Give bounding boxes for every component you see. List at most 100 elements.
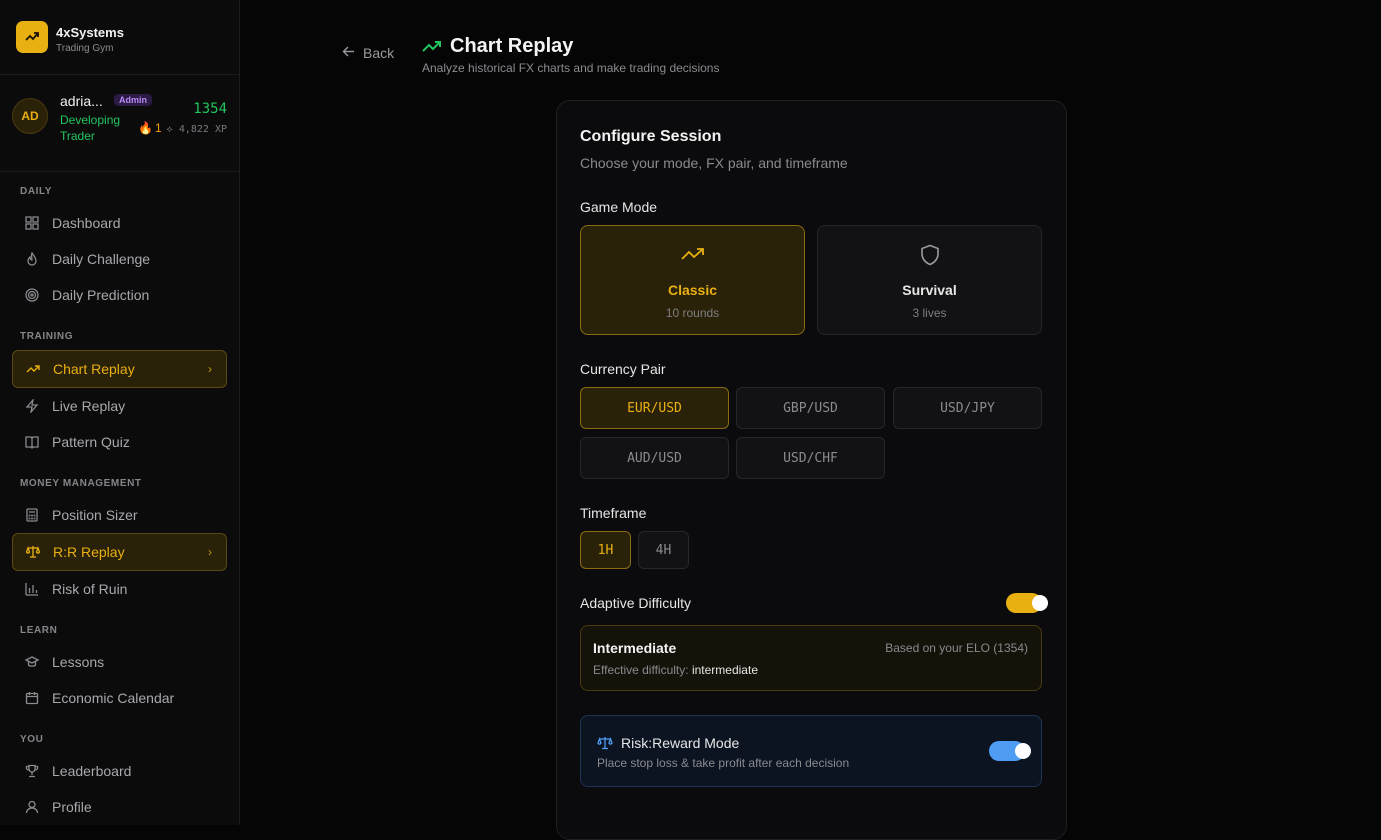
pair-aud-usd-button[interactable]: AUD/USD [580,437,729,479]
difficulty-elo-note: Based on your ELO (1354) [885,641,1028,655]
rr-title: Risk:Reward Mode [621,735,740,751]
scale-icon [25,544,41,560]
sidebar-item-daily-challenge[interactable]: Daily Challenge [12,241,227,277]
mode-classic-button[interactable]: Classic 10 rounds [580,225,805,335]
rr-subtitle: Place stop loss & take profit after each… [597,756,850,770]
user-rank: Developing Trader [60,113,121,143]
sidebar-item-label: Live Replay [52,398,126,414]
page-subtitle: Analyze historical FX charts and make tr… [422,61,720,75]
pair-eur-usd-button[interactable]: EUR/USD [580,387,729,429]
pair-usd-chf-button[interactable]: USD/CHF [736,437,885,479]
toggle-knob [1032,595,1048,611]
effective-value: intermediate [691,663,758,677]
target-icon [24,287,40,303]
flame-icon: 🔥 [138,121,153,135]
sidebar-item-rr-replay[interactable]: R:R Replay › [12,533,227,571]
page-title: Chart Replay [450,35,574,57]
arrow-left-icon [342,45,355,61]
sidebar-item-label: Daily Prediction [52,287,150,303]
sidebar-item-risk-of-ruin[interactable]: Risk of Ruin [12,571,227,607]
pair-usd-jpy-button[interactable]: USD/JPY [893,387,1042,429]
admin-badge: Admin [114,94,152,106]
sidebar-item-label: Lessons [52,654,105,670]
section-learn: LEARN [20,625,58,636]
sidebar-item-live-replay[interactable]: Live Replay [12,388,227,424]
mode-sub: 3 lives [912,306,947,320]
sidebar: 4xSystems Trading Gym AD adria... Admin … [0,0,240,825]
adaptive-difficulty-toggle[interactable] [1006,593,1048,613]
mode-sub: 10 rounds [665,306,720,320]
xp-value: 4,822 XP [178,124,227,135]
avatar: AD [12,98,48,134]
section-training: TRAINING [20,331,74,342]
section-money-management: MONEY MANAGEMENT [20,478,142,489]
calendar-icon [24,690,40,706]
sidebar-item-label: Leaderboard [52,763,132,779]
sidebar-item-label: Economic Calendar [52,690,175,706]
chevron-right-icon: › [208,545,212,559]
effective-difficulty: Effective difficulty: intermediate [593,663,758,677]
sidebar-item-label: Risk of Ruin [52,581,128,597]
graduation-cap-icon [24,654,40,670]
sidebar-item-label: R:R Replay [53,544,125,560]
currency-pair-label: Currency Pair [580,361,666,377]
sidebar-item-label: Dashboard [52,215,121,231]
shield-icon [818,244,1041,266]
sidebar-item-dashboard[interactable]: Dashboard [12,205,227,241]
flame-icon [24,251,40,267]
effective-label: Effective difficulty: [593,663,689,677]
sidebar-item-label: Chart Replay [53,361,135,377]
brand: 4xSystems Trading Gym [0,0,239,75]
toggle-knob [1015,743,1031,759]
difficulty-title: Intermediate [593,640,677,656]
config-subtitle: Choose your mode, FX pair, and timeframe [580,155,848,171]
trending-up-icon [581,244,804,266]
risk-reward-toggle[interactable] [989,741,1031,761]
streak-count: 1 [154,121,162,135]
sidebar-item-label: Profile [52,799,92,815]
mode-survival-button[interactable]: Survival 3 lives [817,225,1042,335]
sidebar-item-lessons[interactable]: Lessons [12,644,227,680]
timeframe-label: Timeframe [580,505,647,521]
user-xp: ⟡ 4,822 XP [166,124,227,135]
bar-chart-icon [24,581,40,597]
user-elo: 1354 [193,101,227,117]
sidebar-item-daily-prediction[interactable]: Daily Prediction [12,277,227,313]
pair-gbp-usd-button[interactable]: GBP/USD [736,387,885,429]
game-mode-label: Game Mode [580,199,658,215]
xp-icon: ⟡ [166,124,179,135]
section-you: YOU [20,734,44,745]
back-button[interactable]: Back [342,45,394,61]
section-daily: DAILY [20,186,53,197]
user-name: adria... [60,93,103,109]
scale-icon [597,736,613,755]
sidebar-item-leaderboard[interactable]: Leaderboard [12,753,227,789]
calculator-icon [24,507,40,523]
user-icon [24,799,40,815]
brand-name: 4xSystems [56,25,124,40]
grid-icon [24,215,40,231]
risk-reward-mode-panel: Risk:Reward Mode Place stop loss & take … [580,715,1042,787]
logo-icon [16,21,48,53]
back-label: Back [363,45,395,61]
mode-name: Survival [902,282,957,298]
brand-subtitle: Trading Gym [56,43,114,54]
adaptive-difficulty-label: Adaptive Difficulty [580,595,692,611]
sidebar-item-profile[interactable]: Profile [12,789,227,825]
sidebar-item-label: Pattern Quiz [52,434,130,450]
sidebar-item-chart-replay[interactable]: Chart Replay › [12,350,227,388]
timeframe-1h-button[interactable]: 1H [580,531,631,569]
config-title: Configure Session [580,128,722,145]
sidebar-item-position-sizer[interactable]: Position Sizer [12,497,227,533]
difficulty-info: Intermediate Based on your ELO (1354) Ef… [580,625,1042,691]
streak: 🔥 1 [138,121,162,135]
trending-up-icon [25,361,41,377]
chevron-right-icon: › [208,362,212,376]
book-icon [24,434,40,450]
sidebar-item-label: Position Sizer [52,507,138,523]
sidebar-item-economic-calendar[interactable]: Economic Calendar [12,680,227,716]
timeframe-4h-button[interactable]: 4H [638,531,689,569]
sidebar-item-pattern-quiz[interactable]: Pattern Quiz [12,424,227,460]
user-card[interactable]: AD adria... Admin Developing Trader 1354… [0,75,239,172]
mode-name: Classic [667,282,718,298]
